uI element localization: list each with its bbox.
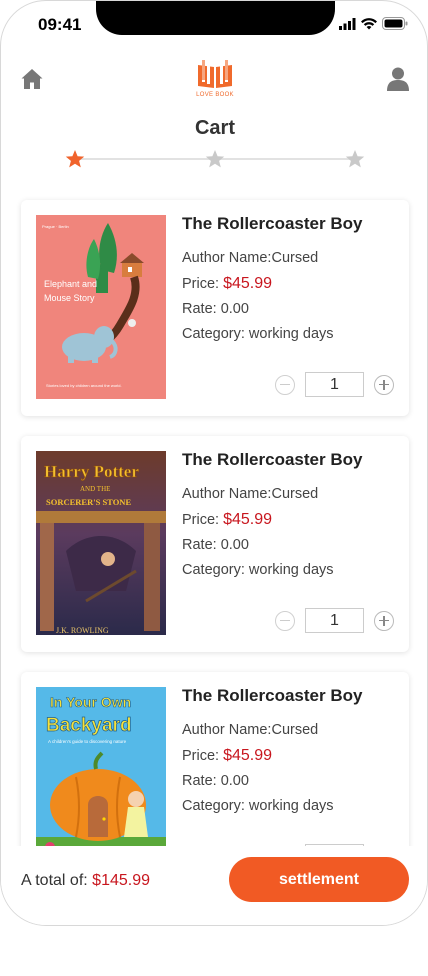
- category-value: working days: [248, 798, 334, 814]
- book-cover-image[interactable]: Prague · Berlin Elephant and Mouse Story: [36, 215, 166, 399]
- category-label: Category:: [182, 798, 245, 814]
- author-value: Cursed: [271, 486, 319, 502]
- quantity-input[interactable]: 1: [305, 608, 364, 633]
- total-label: A total of:: [21, 872, 88, 889]
- status-icons: [339, 17, 408, 30]
- price-value: $45.99: [223, 275, 273, 292]
- rate-label: Rate:: [182, 301, 217, 317]
- cart-item: Prague · Berlin Elephant and Mouse Story: [21, 200, 409, 416]
- book-logo-icon: [198, 60, 232, 88]
- author-row: Author Name:Cursed: [182, 482, 402, 507]
- quantity-input[interactable]: 1: [305, 372, 364, 397]
- wifi-icon: [361, 17, 377, 29]
- quantity-stepper: 1: [275, 372, 394, 397]
- checkout-bar: A total of: $145.99 settlement: [1, 846, 427, 925]
- total: A total of: $145.99: [21, 872, 150, 890]
- logo-text: LOVE BOOK: [196, 92, 234, 98]
- quantity-stepper: 1: [275, 608, 394, 633]
- progress-steps: [65, 149, 365, 169]
- decrease-button[interactable]: [275, 610, 295, 631]
- book-cover-image[interactable]: Harry Potter AND THE SORCERER'S STONE J.…: [36, 451, 166, 635]
- author-row: Author Name:Cursed: [182, 718, 402, 743]
- category-row: Category: working days: [182, 558, 402, 583]
- cart-item: Harry Potter AND THE SORCERER'S STONE J.…: [21, 436, 409, 652]
- category-row: Category: working days: [182, 322, 402, 347]
- cover-bottom-text: Stories loved by children around the wor…: [46, 383, 122, 388]
- price-value: $45.99: [223, 747, 273, 764]
- author-label: Author Name:: [182, 722, 272, 738]
- category-label: Category:: [182, 562, 245, 578]
- author-value: Cursed: [271, 722, 319, 738]
- cart-list: Prague · Berlin Elephant and Mouse Story: [21, 200, 409, 908]
- love-book-logo: LOVE BOOK: [195, 59, 235, 98]
- phone-frame: 09:41 LOVE BOOK Cart Prague · Berlin Ele…: [0, 0, 428, 926]
- rate-value: 0.00: [220, 301, 249, 317]
- cover-title-line2: Mouse Story: [44, 293, 95, 303]
- decrease-button[interactable]: [275, 374, 295, 395]
- author-label: Author Name:: [182, 486, 272, 502]
- book-title[interactable]: The Rollercoaster Boy: [182, 450, 402, 470]
- price-row: Price: $45.99: [182, 743, 402, 769]
- price-row: Price: $45.99: [182, 507, 402, 533]
- cover-title-line3: SORCERER'S STONE: [46, 497, 131, 507]
- home-icon[interactable]: [20, 67, 44, 91]
- step-3-star-icon: [345, 150, 365, 168]
- rate-label: Rate:: [182, 537, 217, 553]
- status-time: 09:41: [38, 15, 82, 34]
- book-info: The Rollercoaster Boy Author Name:Cursed…: [182, 686, 402, 819]
- rate-label: Rate:: [182, 773, 217, 789]
- price-row: Price: $45.99: [182, 271, 402, 297]
- total-value: $145.99: [92, 872, 151, 889]
- step-1-star-icon: [65, 150, 85, 168]
- notch: [96, 1, 335, 35]
- user-icon[interactable]: [387, 67, 409, 91]
- category-row: Category: working days: [182, 794, 402, 819]
- battery-icon: [382, 17, 408, 30]
- book-title[interactable]: The Rollercoaster Boy: [182, 214, 402, 234]
- increase-button[interactable]: [374, 610, 394, 631]
- author-row: Author Name:Cursed: [182, 246, 402, 271]
- price-label: Price:: [182, 748, 220, 764]
- page-title: Cart: [194, 117, 235, 139]
- settlement-button[interactable]: settlement: [229, 857, 409, 902]
- book-info: The Rollercoaster Boy Author Name:Cursed…: [182, 450, 402, 583]
- rate-row: Rate: 0.00: [182, 533, 402, 558]
- cover-title-line1: In Your Own: [50, 694, 131, 710]
- author-label: Author Name:: [182, 250, 272, 266]
- increase-button[interactable]: [374, 374, 394, 395]
- cover-title-line2: AND THE: [80, 485, 110, 493]
- book-cover-image[interactable]: In Your Own Backyard A children's guide …: [36, 687, 166, 871]
- rate-value: 0.00: [220, 773, 249, 789]
- cover-subtitle: A children's guide to discovering nature: [48, 739, 127, 744]
- cover-title-line1: Elephant and: [44, 279, 97, 289]
- book-title[interactable]: The Rollercoaster Boy: [182, 686, 402, 706]
- author-value: Cursed: [271, 250, 319, 266]
- price-value: $45.99: [223, 511, 273, 528]
- rate-value: 0.00: [220, 537, 249, 553]
- category-label: Category:: [182, 326, 245, 342]
- book-info: The Rollercoaster Boy Author Name:Cursed…: [182, 214, 402, 347]
- cover-author-text: J.K. ROWLING: [56, 626, 109, 635]
- rate-row: Rate: 0.00: [182, 769, 402, 794]
- price-label: Price:: [182, 276, 220, 292]
- price-label: Price:: [182, 512, 220, 528]
- category-value: working days: [248, 326, 334, 342]
- top-nav: LOVE BOOK: [1, 59, 427, 99]
- cover-title-line1: Harry Potter: [44, 462, 139, 481]
- category-value: working days: [248, 562, 334, 578]
- cover-top-text: Prague · Berlin: [42, 224, 69, 229]
- rate-row: Rate: 0.00: [182, 297, 402, 322]
- signal-icon: [339, 17, 356, 30]
- cover-title-line2: Backyard: [46, 715, 132, 736]
- step-2-star-icon: [205, 150, 225, 168]
